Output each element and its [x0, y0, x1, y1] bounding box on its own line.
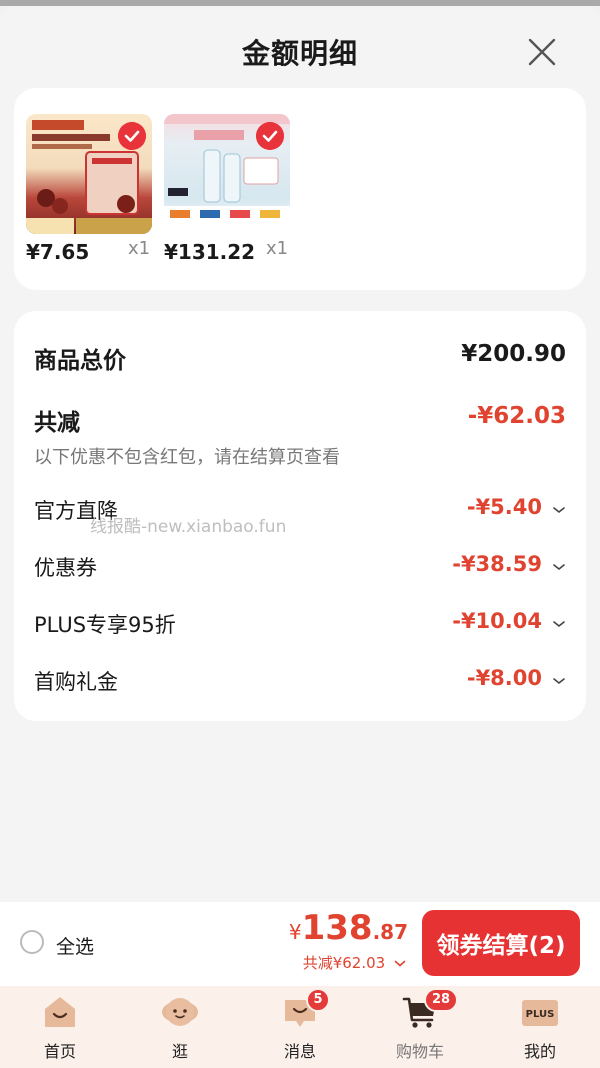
chevron-down-icon	[394, 960, 406, 967]
discount-item-label: PLUS专享95折	[34, 613, 176, 637]
discount-item-row[interactable]: 首购礼金 -¥8.00	[34, 666, 566, 696]
reduce-summary-text: 共减¥62.03	[302, 954, 386, 972]
checkout-bar: 全选 ¥138.87 共减¥62.03 领券结算(2)	[0, 902, 600, 986]
selected-check-icon	[256, 122, 284, 150]
discount-item-value: -¥10.04	[452, 609, 542, 633]
discount-item-value: -¥38.59	[452, 552, 542, 576]
product-list-card: ¥7.65 x1 ¥131.22 x1	[14, 88, 586, 290]
final-price: ¥138.87	[289, 908, 408, 948]
tab-cart[interactable]: 28 购物车	[360, 986, 480, 1068]
chevron-down-icon[interactable]	[552, 505, 566, 515]
total-discount-value: -¥62.03	[467, 403, 566, 429]
selected-check-icon	[118, 122, 146, 150]
product-item[interactable]: ¥131.22 x1	[164, 114, 290, 264]
product-thumbnail	[26, 114, 152, 234]
tab-me[interactable]: PLUS 我的	[480, 986, 600, 1068]
total-discount-label: 共减	[34, 410, 80, 436]
total-price-row: 商品总价 ¥200.90	[34, 341, 566, 374]
tab-label: 我的	[523, 1042, 556, 1061]
product-price: ¥131.22	[164, 240, 256, 264]
plus-member-icon: PLUS	[522, 1000, 558, 1026]
close-icon[interactable]	[524, 34, 560, 70]
discount-item-value: -¥8.00	[466, 666, 542, 690]
chevron-down-icon[interactable]	[552, 619, 566, 629]
tab-label: 购物车	[395, 1042, 444, 1061]
cart-badge: 28	[424, 988, 458, 1012]
tab-label: 首页	[43, 1042, 76, 1061]
discount-item-row[interactable]: PLUS专享95折 -¥10.04	[34, 609, 566, 639]
product-qty: x1	[128, 238, 151, 259]
product-qty: x1	[266, 238, 289, 259]
tab-label: 消息	[283, 1042, 316, 1061]
discount-item-label: 首购礼金	[34, 670, 118, 694]
watermark-text: 线报酷-new.xianbao.fun	[90, 517, 287, 537]
mascot-face-icon	[162, 998, 198, 1026]
tab-home[interactable]: 首页	[0, 986, 120, 1068]
reduce-summary-link[interactable]: 共减¥62.03	[303, 952, 406, 973]
total-discount-row: 共减 -¥62.03	[34, 403, 566, 436]
discount-note: 以下优惠不包含红包，请在结算页查看	[34, 447, 340, 468]
product-item[interactable]: ¥7.65 x1	[26, 114, 152, 264]
discount-item-row[interactable]: 优惠券 -¥38.59	[34, 552, 566, 582]
discount-item-label: 优惠券	[34, 556, 97, 580]
message-badge: 5	[306, 988, 330, 1012]
discount-note-row: 以下优惠不包含红包，请在结算页查看	[34, 443, 566, 469]
tab-label: 逛	[171, 1042, 188, 1061]
final-price-decimal: .87	[372, 920, 408, 944]
final-price-integer: 138	[301, 908, 373, 948]
chevron-down-icon[interactable]	[552, 562, 566, 572]
total-price-label: 商品总价	[34, 348, 126, 374]
select-all-radio[interactable]	[20, 930, 44, 954]
tab-messages[interactable]: 5 消息	[240, 986, 360, 1068]
chevron-down-icon[interactable]	[552, 676, 566, 686]
tab-explore[interactable]: 逛	[120, 986, 240, 1068]
bottom-tab-bar: 首页 逛 5 消息 28 购物车 PLUS 我的	[0, 986, 600, 1068]
plus-icon-text: PLUS	[526, 1009, 555, 1020]
select-all-label[interactable]: 全选	[56, 932, 94, 959]
home-icon	[45, 997, 75, 1027]
product-thumbnail	[164, 114, 290, 234]
product-price: ¥7.65	[26, 240, 90, 264]
checkout-button[interactable]: 领券结算(2)	[422, 910, 580, 976]
sheet-title: 金额明细	[241, 37, 358, 70]
discount-item-value: -¥5.40	[466, 495, 542, 519]
total-price-value: ¥200.90	[461, 341, 566, 367]
currency-symbol: ¥	[288, 920, 302, 944]
